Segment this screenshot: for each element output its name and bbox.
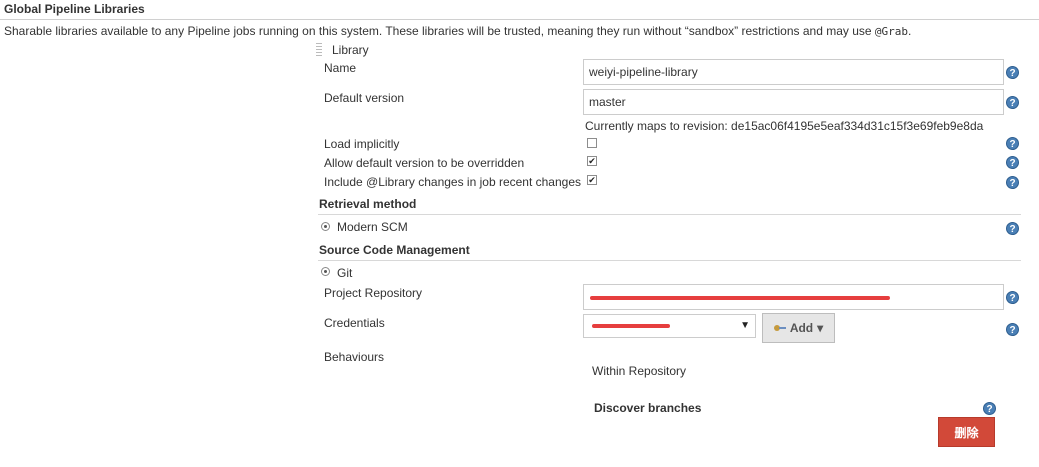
help-icon[interactable]: ? <box>1006 323 1019 336</box>
help-icon[interactable]: ? <box>1006 137 1019 150</box>
description-text: Sharable libraries available to any Pipe… <box>4 24 872 38</box>
redaction-mark <box>592 324 670 328</box>
load-implicitly-checkbox[interactable] <box>587 138 597 148</box>
behaviours-label: Behaviours <box>324 350 385 364</box>
help-icon[interactable]: ? <box>983 402 996 415</box>
help-icon[interactable]: ? <box>1006 66 1019 79</box>
help-icon[interactable]: ? <box>1006 96 1019 109</box>
redaction-mark <box>590 296 890 300</box>
caret-down-icon: ▾ <box>817 321 824 335</box>
credentials-select[interactable]: ▼ <box>583 314 756 338</box>
project-repo-input[interactable] <box>583 284 1004 310</box>
include-changes-label: Include @Library changes in job recent c… <box>324 175 582 189</box>
git-radio[interactable] <box>321 267 330 276</box>
help-icon[interactable]: ? <box>1006 156 1019 169</box>
add-label: Add <box>789 321 814 335</box>
credentials-label: Credentials <box>324 316 385 330</box>
help-icon[interactable]: ? <box>1006 176 1019 189</box>
section-divider <box>0 19 1039 20</box>
add-credentials-button[interactable]: Add ▾ <box>762 313 835 343</box>
key-icon <box>773 325 786 331</box>
allow-override-checkbox[interactable]: ✔ <box>587 156 597 166</box>
description-end: . <box>908 24 912 38</box>
include-changes-checkbox[interactable]: ✔ <box>587 175 597 185</box>
modern-scm-label: Modern SCM <box>337 220 408 234</box>
default-version-input[interactable]: master <box>583 89 1004 115</box>
git-label: Git <box>337 266 353 280</box>
retrieval-divider <box>318 214 1021 215</box>
project-repo-label: Project Repository <box>324 286 423 300</box>
description-code: @Grab <box>874 25 909 38</box>
name-label: Name <box>324 61 357 75</box>
within-repository-label: Within Repository <box>592 364 687 378</box>
default-version-label: Default version <box>324 91 405 105</box>
allow-override-label: Allow default version to be overridden <box>324 156 525 170</box>
section-description: Sharable libraries available to any Pipe… <box>4 24 911 38</box>
name-input[interactable]: weiyi-pipeline-library <box>583 59 1004 85</box>
discover-branches-title: Discover branches <box>594 401 702 415</box>
revision-note: Currently maps to revision: de15ac06f419… <box>585 119 984 133</box>
drag-handle-icon[interactable] <box>316 43 322 57</box>
delete-button[interactable]: 删除 <box>938 417 995 447</box>
library-header: Library <box>332 43 369 57</box>
modern-scm-radio[interactable] <box>321 222 330 231</box>
scm-divider <box>318 260 1021 261</box>
section-title: Global Pipeline Libraries <box>4 2 145 16</box>
help-icon[interactable]: ? <box>1006 291 1019 304</box>
help-icon[interactable]: ? <box>1006 222 1019 235</box>
dropdown-arrow-icon: ▼ <box>740 320 750 331</box>
retrieval-method-title: Retrieval method <box>319 197 417 211</box>
scm-title: Source Code Management <box>319 243 470 257</box>
load-implicitly-label: Load implicitly <box>324 137 400 151</box>
